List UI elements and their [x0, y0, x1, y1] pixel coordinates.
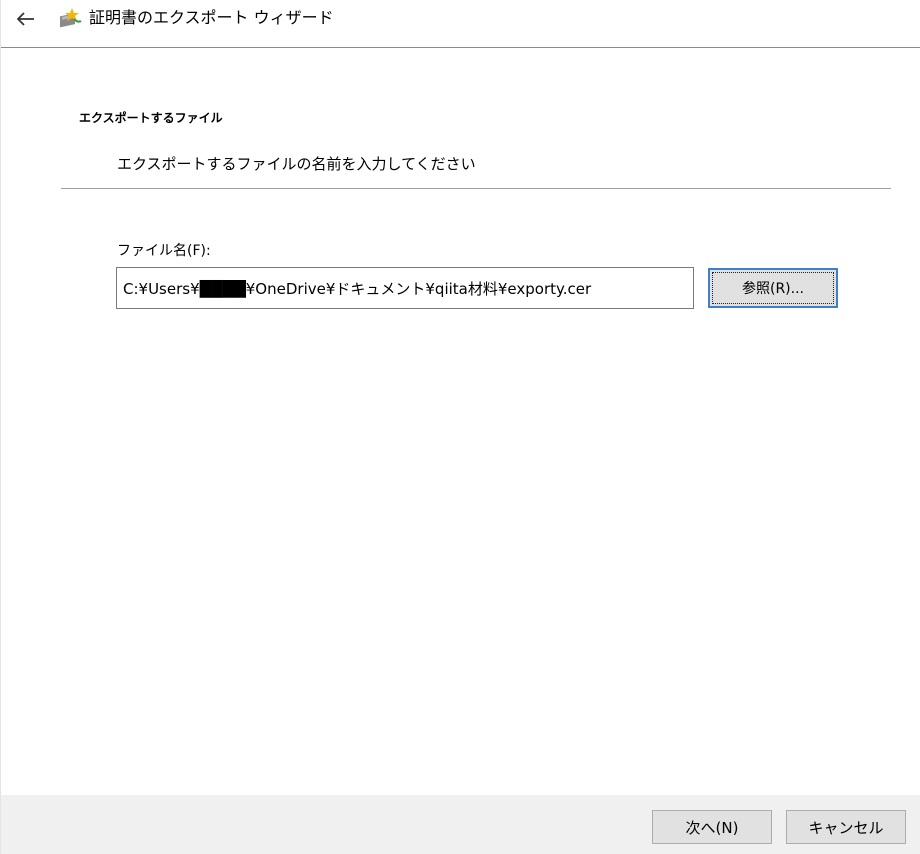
section-heading: エクスポートするファイル	[79, 111, 223, 125]
file-name-input[interactable]	[116, 267, 694, 309]
cancel-button[interactable]: キャンセル	[786, 810, 906, 844]
back-button[interactable]	[11, 6, 41, 32]
section-description: エクスポートするファイルの名前を入力してください	[117, 155, 476, 173]
section-divider	[61, 188, 891, 189]
file-name-label: ファイル名(F):	[117, 243, 211, 259]
certificate-export-wizard-window: 証明書のエクスポート ウィザード エクスポートするファイル エクスポートするファ…	[0, 0, 920, 854]
footer-bar: 次へ(N) キャンセル	[1, 795, 920, 854]
browse-button[interactable]: 参照(R)...	[708, 268, 838, 308]
next-button[interactable]: 次へ(N)	[652, 810, 772, 844]
title-bar: 証明書のエクスポート ウィザード	[1, 0, 920, 48]
certificate-wizard-icon	[60, 8, 82, 28]
window-title: 証明書のエクスポート ウィザード	[89, 8, 334, 27]
back-arrow-icon	[17, 12, 34, 26]
browse-button-label: 参照(R)...	[712, 272, 834, 304]
